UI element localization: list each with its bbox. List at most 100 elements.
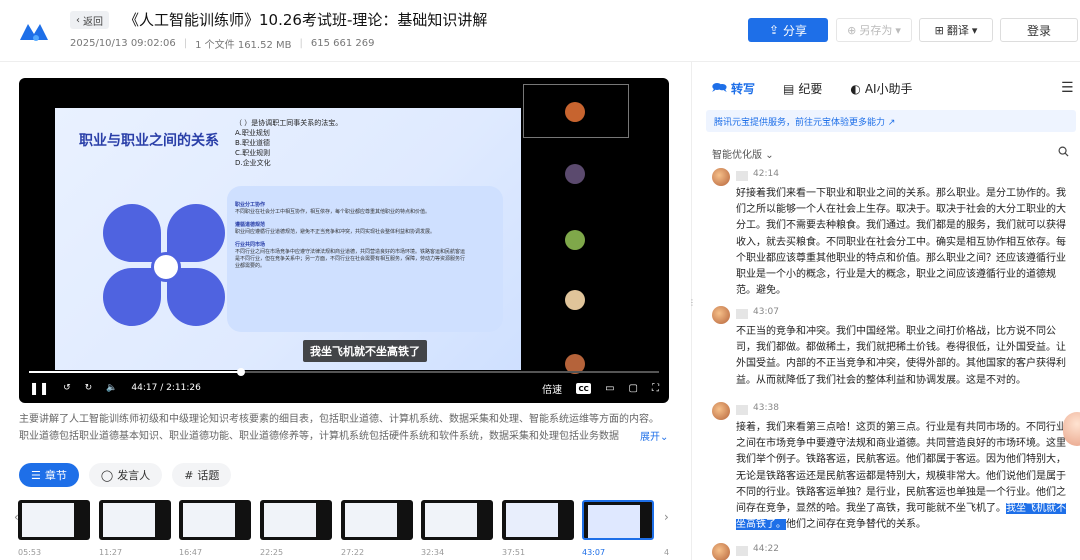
chapter-time: 32:34: [421, 548, 445, 557]
progress-bar[interactable]: [29, 368, 659, 376]
tab-label: 发言人: [117, 469, 151, 482]
chapter-thumb[interactable]: [260, 500, 332, 540]
tab-summary[interactable]: ▤ 纪要: [783, 78, 822, 99]
version-label: 智能优化版: [712, 150, 762, 161]
chevron-right-icon[interactable]: ›: [664, 510, 669, 524]
tab-label: 转写: [730, 82, 755, 96]
share-button[interactable]: ⇪ 分享: [748, 18, 828, 42]
petal-shape: [103, 204, 161, 262]
cc-button[interactable]: CC: [576, 383, 592, 394]
translate-icon: ⊞: [934, 23, 944, 37]
text-segment: 他们之间存在竞争替代的关系。: [786, 519, 926, 531]
participant-avatar: [565, 230, 585, 250]
chapter-time: 16:47: [179, 548, 203, 557]
top-bar: ‹ 返回 《人工智能训练师》10.26考试班-理论：基础知识讲解 2025/10…: [0, 0, 1080, 62]
petal-shape: [167, 204, 225, 262]
panel-divider: [691, 62, 692, 560]
tab-speakers[interactable]: ◯ 发言人: [88, 463, 163, 487]
thumb-preview: [588, 505, 640, 538]
login-button[interactable]: 登录: [1000, 18, 1078, 42]
description-line: 职业道德包括职业道德基本知识、职业道德功能、职业道德修养等，计算机系统包括硬件系…: [19, 431, 619, 442]
chapter-thumb[interactable]: [421, 500, 493, 540]
transcript-entry-active[interactable]: 43:38 接着，我们来看第三点哈！这页的第三点。行业是有共同市场的。不同行业之…: [712, 402, 1066, 536]
timestamp[interactable]: 42:14: [753, 169, 779, 179]
thumb-preview: [425, 503, 477, 537]
time-total: 2:11:26: [166, 383, 201, 393]
participants-strip: [523, 84, 629, 374]
video-player[interactable]: 职业与职业之间的关系 （ ）是协调职工同事关系的法宝。 A.职业规划 B.职业道…: [19, 78, 669, 403]
volume-icon[interactable]: 🔈: [106, 383, 117, 393]
timestamp[interactable]: 43:38: [753, 403, 779, 413]
share-icon: ⇪: [768, 23, 780, 37]
back-button[interactable]: ‹ 返回: [70, 11, 109, 29]
slide-frame: 职业与职业之间的关系 （ ）是协调职工同事关系的法宝。 A.职业规划 B.职业道…: [55, 108, 521, 370]
tab-topics[interactable]: # 话题: [172, 463, 232, 487]
search-icon[interactable]: [1058, 146, 1069, 157]
chapter-thumb[interactable]: [18, 500, 90, 540]
chapter-thumb[interactable]: [502, 500, 574, 540]
progress-fill: [29, 371, 242, 373]
pip-icon[interactable]: ▭: [605, 383, 614, 394]
player-controls: ❚❚ ↺ ↻ 🔈 44:17 / 2:11:26 倍速 CC ▭ ▢ ⛶: [19, 368, 669, 403]
assistant-avatar-button[interactable]: [1063, 412, 1080, 446]
chapter-thumb[interactable]: [99, 500, 171, 540]
timestamp[interactable]: 44:22: [753, 544, 779, 554]
transcript-icon: 🗪: [712, 80, 727, 94]
service-banner[interactable]: 腾讯元宝提供服务，前往元宝体验更多能力 ↗: [706, 110, 1076, 132]
rewind-icon[interactable]: ↺: [63, 383, 71, 393]
theater-icon[interactable]: ▢: [629, 383, 638, 394]
tab-transcript[interactable]: 🗪 转写: [712, 78, 755, 99]
tab-ai-assistant[interactable]: ◐ AI小助手: [850, 78, 912, 99]
hash-icon: #: [184, 468, 194, 482]
app-logo-icon[interactable]: [18, 18, 54, 42]
fullscreen-icon[interactable]: ⛶: [652, 383, 659, 394]
timestamp[interactable]: 43:07: [753, 307, 779, 317]
tab-chapters[interactable]: ☰ 章节: [19, 463, 79, 487]
option-c: C.职业规则: [235, 149, 271, 157]
avatar: [712, 402, 730, 420]
list-icon: ☰: [31, 468, 41, 482]
transcript-entry[interactable]: 43:07 不正当的竞争和冲突。我们中国经常。职业之间打价格战，比方说不同公司，…: [712, 306, 1066, 396]
chapter-thumb-selected[interactable]: [582, 500, 654, 540]
chapter-time: 4: [664, 548, 670, 557]
slide-content-text: 职业分工协作 不同职业在社会分工中相互协作，相互依存，每个职业都应尊重其他职业的…: [235, 202, 465, 270]
version-dropdown[interactable]: 智能优化版 ⌄: [712, 146, 774, 161]
file-meta: 2025/10/13 09:02:06 | 1 个文件 161.52 MB | …: [70, 36, 375, 51]
para1-title: 职业分工协作: [235, 202, 266, 208]
forward-icon[interactable]: ↻: [85, 383, 93, 393]
thumb-preview: [103, 503, 155, 537]
chapter-thumb[interactable]: [341, 500, 413, 540]
para3-text: 不同行业之间在市场竞争中应遵守法律法规和商业道德，共同营造良好的市场环境。铁路客…: [235, 249, 466, 269]
menu-icon[interactable]: ☰: [1061, 80, 1074, 96]
description-line: 主要讲解了人工智能训练师初级和中级理论知识考核要素的细目表，包括职业道德、计算机…: [19, 414, 659, 425]
participant-avatar: [565, 102, 585, 122]
back-label: 返回: [83, 16, 103, 28]
resize-handle-icon[interactable]: ⋮: [688, 298, 696, 310]
video-description: 主要讲解了人工智能训练师初级和中级理论知识考核要素的细目表，包括职业道德、计算机…: [19, 411, 669, 445]
speed-button[interactable]: 倍速: [542, 381, 562, 396]
participant-avatar: [565, 290, 585, 310]
chevron-down-icon: ▾: [971, 23, 978, 37]
para2-title: 遵循道德规范: [235, 222, 266, 228]
chapter-thumb[interactable]: [179, 500, 251, 540]
avatar: [712, 543, 730, 560]
save-as-button[interactable]: ⊕ 另存为 ▾: [836, 18, 912, 42]
divider: |: [299, 38, 303, 49]
transcript-entry[interactable]: 44:22: [712, 543, 1062, 560]
translate-button[interactable]: ⊞ 翻译 ▾: [919, 18, 993, 42]
ai-icon: ◐: [850, 81, 861, 96]
chevron-down-icon: ⌄: [660, 432, 669, 443]
progress-handle[interactable]: [237, 368, 246, 376]
tab-label: 纪要: [798, 82, 823, 96]
participant-avatar: [565, 164, 585, 184]
avatar: [712, 168, 730, 186]
speaker-name: [736, 309, 748, 319]
thumb-preview: [22, 503, 74, 537]
pause-icon[interactable]: ❚❚: [29, 381, 49, 395]
expand-link[interactable]: 展开⌄: [640, 428, 668, 443]
transcript-entry[interactable]: 42:14 好接着我们来看一下职业和职业之间的关系。那么职业。是分工协作的。我们…: [712, 168, 1066, 296]
chapter-time: 37:51: [502, 548, 526, 557]
divider: |: [183, 38, 188, 49]
speaker-name: [736, 405, 748, 415]
petal-shape: [103, 268, 161, 326]
